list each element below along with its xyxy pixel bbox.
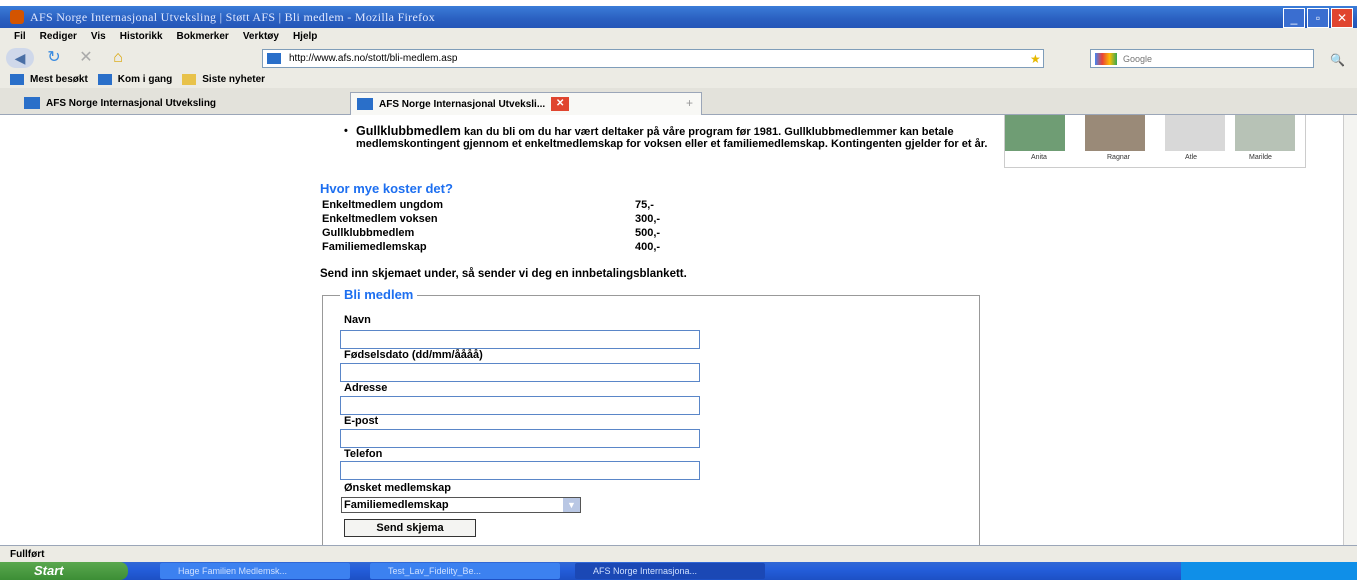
bookmark-most-visited[interactable]: Mest besøkt xyxy=(10,74,88,85)
menu-verktoy[interactable]: Verktøy xyxy=(243,31,279,42)
back-button[interactable]: ◀ xyxy=(6,48,34,68)
window-title: AFS Norge Internasjonal Utveksling | Stø… xyxy=(30,9,435,24)
bookmark-folder-icon xyxy=(10,74,24,85)
price-heading: Hvor mye koster det? xyxy=(320,181,453,196)
tab-bar: AFS Norge Internasjonal Utveksling AFS N… xyxy=(0,88,1357,115)
search-input[interactable] xyxy=(1121,52,1285,65)
start-button[interactable]: Start xyxy=(0,562,128,580)
address-label: Adresse xyxy=(344,382,388,394)
close-button[interactable]: ✕ xyxy=(1331,8,1353,28)
reload-icon[interactable]: ↻ xyxy=(42,48,66,68)
firefox-icon xyxy=(10,10,24,24)
price-row: Enkeltmedlem voksen 300,- xyxy=(322,213,661,225)
maximize-button[interactable]: ▫ xyxy=(1307,8,1329,28)
price-row: Enkeltmedlem ungdom 75,- xyxy=(322,199,654,211)
window-controls: _ ▫ ✕ xyxy=(1283,8,1353,28)
photo-atle xyxy=(1165,115,1225,151)
photo-caption: Marilde xyxy=(1249,154,1272,161)
phone-field[interactable] xyxy=(340,461,700,480)
membership-label: Ønsket medlemskap xyxy=(344,482,451,494)
menu-historikk[interactable]: Historikk xyxy=(120,31,163,42)
search-go-icon[interactable]: 🔍 xyxy=(1330,53,1345,67)
price-row: Gullklubbmedlem 500,- xyxy=(322,227,661,239)
site-favicon-icon xyxy=(267,53,281,64)
address-bar[interactable]: http://www.afs.no/stott/bli-medlem.asp xyxy=(262,49,1044,68)
menu-bar: Fil Rediger Vis Historikk Bokmerker Verk… xyxy=(0,28,1357,45)
staff-photos: Anita Ragnar Atle Marilde xyxy=(1004,115,1306,168)
membership-select[interactable]: Familiemedlemskap ▼ xyxy=(341,497,581,513)
taskbar-item[interactable]: Test_Lav_Fidelity_Be... xyxy=(370,563,560,579)
new-tab-icon[interactable]: + xyxy=(686,96,693,110)
photo-caption: Atle xyxy=(1185,154,1198,161)
photo-caption: Anita xyxy=(1031,154,1047,161)
form-legend: Bli medlem xyxy=(340,287,418,302)
home-icon[interactable]: ⌂ xyxy=(106,48,130,68)
email-label: E-post xyxy=(344,415,379,427)
photo-anita xyxy=(1005,115,1065,151)
birthdate-label: Fødselsdato (dd/mm/åååå) xyxy=(344,349,483,361)
tab-close-icon[interactable]: ✕ xyxy=(551,97,570,111)
stop-icon[interactable]: ✕ xyxy=(74,48,98,68)
taskbar-item[interactable]: Hage Familien Medlemsk... xyxy=(160,563,350,579)
name-field[interactable] xyxy=(340,330,700,349)
tab-favicon-icon xyxy=(357,98,373,110)
menu-fil[interactable]: Fil xyxy=(14,31,26,42)
photo-caption: Ragnar xyxy=(1107,154,1130,161)
gullklubb-bullet: • Gullklubbmedlem kan du bli om du har v… xyxy=(344,124,996,150)
send-instructions: Send inn skjemaet under, så sender vi de… xyxy=(320,268,687,280)
bookmark-page-icon xyxy=(97,74,112,85)
address-field[interactable] xyxy=(340,396,700,415)
minimize-button[interactable]: _ xyxy=(1283,8,1305,28)
photo-ragnar xyxy=(1085,115,1145,151)
bullet-term: Gullklubbmedlem xyxy=(356,124,461,138)
menu-bokmerker[interactable]: Bokmerker xyxy=(177,31,229,42)
windows-taskbar: Start Hage Familien Medlemsk... Test_Lav… xyxy=(0,562,1357,580)
navigation-toolbar: ◀ ↻ ✕ ⌂ http://www.afs.no/stott/bli-medl… xyxy=(0,45,1357,71)
rss-feed-icon xyxy=(182,74,197,85)
menu-hjelp[interactable]: Hjelp xyxy=(293,31,317,42)
tab-afs-1[interactable]: AFS Norge Internasjonal Utveksling xyxy=(18,92,308,114)
status-text: Fullført xyxy=(10,549,45,560)
page-content: • Gullklubbmedlem kan du bli om du har v… xyxy=(0,115,1357,545)
system-tray xyxy=(1181,562,1357,580)
price-row: Familiemedlemskap 400,- xyxy=(322,241,661,253)
menu-vis[interactable]: Vis xyxy=(91,31,106,42)
membership-selected-value: Familiemedlemskap xyxy=(344,499,449,511)
phone-label: Telefon xyxy=(344,448,383,460)
google-icon xyxy=(1095,52,1117,65)
search-box[interactable] xyxy=(1090,49,1314,68)
bookmark-getting-started[interactable]: Kom i gang xyxy=(97,74,172,85)
chevron-down-icon[interactable]: ▼ xyxy=(563,498,580,512)
send-form-button[interactable]: Send skjema xyxy=(344,519,476,537)
tab-favicon-icon xyxy=(24,97,40,109)
bullet-dot: • xyxy=(344,125,348,137)
status-bar: Fullført xyxy=(0,545,1357,563)
email-field[interactable] xyxy=(340,429,700,448)
menu-rediger[interactable]: Rediger xyxy=(40,31,77,42)
vertical-scrollbar[interactable] xyxy=(1343,115,1357,545)
window-titlebar: AFS Norge Internasjonal Utveksling | Stø… xyxy=(0,6,1357,28)
taskbar-item[interactable]: AFS Norge Internasjona... xyxy=(575,563,765,579)
tab-afs-2[interactable]: AFS Norge Internasjonal Utveksli... ✕ xyxy=(350,92,702,115)
bookmark-latest-news[interactable]: Siste nyheter xyxy=(182,74,265,85)
bookmarks-toolbar: Mest besøkt Kom i gang Siste nyheter xyxy=(0,71,1357,88)
address-url: http://www.afs.no/stott/bli-medlem.asp xyxy=(289,53,458,64)
name-label: Navn xyxy=(344,314,371,326)
birthdate-field[interactable] xyxy=(340,363,700,382)
photo-marilde xyxy=(1235,115,1295,151)
bookmark-star-icon[interactable]: ★ xyxy=(1030,52,1041,66)
